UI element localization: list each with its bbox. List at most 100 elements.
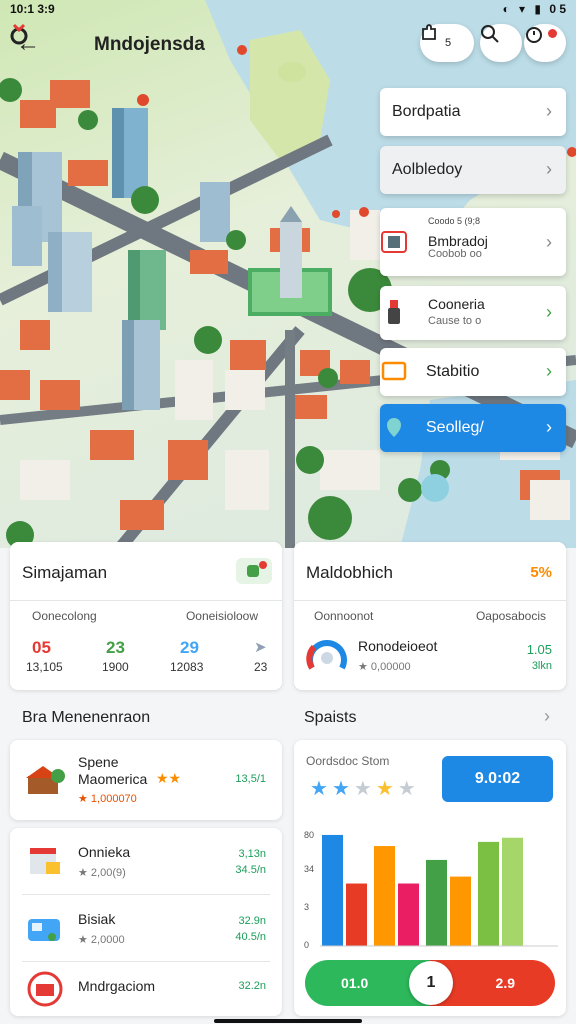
menu-item-subtext: Coobob oo <box>428 248 482 260</box>
y-tick-label: 34 <box>304 864 314 874</box>
star-icon: ★★ <box>156 770 182 786</box>
list-item-value: 32.9n <box>238 915 266 927</box>
puzzle-icon <box>422 24 436 40</box>
chart-bar[interactable] <box>426 859 447 946</box>
stat-sub: 13,105 <box>26 660 63 674</box>
menu-item-stabitio[interactable]: Stabitio › <box>380 348 566 396</box>
list-item-value-2: 34.5/n <box>235 864 266 876</box>
list-item-value: 32.2n <box>238 980 266 992</box>
card-title: Simajaman <box>22 563 108 582</box>
y-tick-label: 3 <box>304 902 309 912</box>
share-icon: ➤ <box>254 639 267 656</box>
column-label-right: Oaposabocis <box>475 609 546 623</box>
menu-item-cooneria[interactable]: Cooneria Cause to o › <box>380 286 566 340</box>
puzzle-button[interactable]: 5 <box>420 24 474 62</box>
search-button[interactable] <box>480 24 522 62</box>
star-icon[interactable]: ★ <box>332 778 354 800</box>
item-value-sub: 3lkn <box>531 660 552 672</box>
chevron-right-icon: › <box>546 302 552 322</box>
list-item-price: ★ 1,000070 <box>78 793 137 805</box>
chart-bar[interactable] <box>346 883 367 946</box>
item-name: Ronodeioeot <box>358 638 438 654</box>
star-icon[interactable]: ★ <box>310 778 332 800</box>
stat-sub: 23 <box>254 660 268 674</box>
list-group: Onnieka ★ 2,00(9) 3,13n 34.5/n Bisiak ★ … <box>10 828 282 1016</box>
gauge-icon <box>306 640 347 670</box>
column-label-left: Oonecolong <box>32 609 97 623</box>
star-icon[interactable]: ★ <box>398 778 420 800</box>
divider <box>294 600 566 601</box>
status-icons: ◐ ▾ ▮ <box>502 2 544 16</box>
chart-value-button[interactable]: 9.0:02 <box>442 756 553 802</box>
stat-sub: 1900 <box>102 660 129 674</box>
chevron-right-icon: › <box>546 417 552 437</box>
list-item[interactable]: Onnieka ★ 2,00(9) 3,13n 34.5/n <box>10 828 282 894</box>
chart-bar[interactable] <box>450 876 471 946</box>
item-price: ★ 0,00000 <box>358 661 411 673</box>
star-icon[interactable]: ★ <box>376 778 398 800</box>
item-value: 1.05 <box>526 642 552 657</box>
stat-value: 23 <box>106 638 125 657</box>
divider <box>10 600 282 601</box>
section-title-left: Bra Menenenraon <box>22 709 151 726</box>
list-item-name: Onnieka <box>78 844 131 860</box>
chart-bar[interactable] <box>322 834 343 946</box>
menu-item-aolbledoy[interactable]: Aolbledoy › <box>380 146 566 194</box>
card-action-button[interactable] <box>236 558 272 584</box>
list-item-value: 3,13n <box>238 848 266 860</box>
chevron-right-icon: › <box>546 232 552 252</box>
list-item[interactable]: Spene Maomerica ★★ ★ 1,000070 13,5/1 <box>10 740 282 820</box>
list-item-name: Spene <box>78 754 119 770</box>
chart-bar[interactable] <box>374 846 395 946</box>
chevron-right-icon[interactable]: › <box>544 706 550 727</box>
rating-label: Oordsdoc Stom <box>306 754 390 768</box>
shop-thumbnail-icon <box>30 848 60 874</box>
garage-thumbnail-icon <box>27 971 63 1007</box>
menu-item-bmbradoj[interactable]: Coodo 5 (9;8 Bmbradoj Coobob oo › <box>380 208 566 276</box>
summary-card-left[interactable]: Simajaman Oonecolong Ooneisioloow 05 13,… <box>10 542 282 690</box>
notification-icon <box>526 27 542 43</box>
house-thumbnail-icon <box>26 766 65 794</box>
status-bar: 10:1 3:9 ◐ ▾ ▮ 0 5 <box>0 0 576 18</box>
alert-dot <box>259 561 267 569</box>
chevron-right-icon: › <box>546 361 552 381</box>
city-map[interactable]: 10:1 3:9 ◐ ▾ ▮ 0 5 ← Mndojensda 5 Bordpa… <box>0 0 576 548</box>
menu-item-label: Bmbradoj <box>428 233 488 249</box>
menu-item-bordpatia[interactable]: Bordpatia › <box>380 88 566 136</box>
search-icon <box>481 25 499 43</box>
bar-chart: 80 34 3 0 <box>304 830 558 950</box>
column-label-left: Oonnoonot <box>314 609 374 623</box>
column-label-right: Ooneisioloow <box>185 609 258 623</box>
range-toggle[interactable]: 01.0 2.9 1 <box>305 960 555 1006</box>
stat-sub: 12083 <box>170 660 204 674</box>
app-header: ← Mndojensda <box>8 22 258 66</box>
chart-bar[interactable] <box>502 837 523 946</box>
menu-item-label: Seolleg/ <box>426 419 484 436</box>
list-item[interactable]: Bisiak ★ 2,0000 32.9n 40.5/n <box>10 895 282 961</box>
chart-bar[interactable] <box>398 883 419 946</box>
list-item-value-2: 40.5/n <box>235 931 266 943</box>
list-item-price: ★ 2,00(9) <box>78 867 126 879</box>
battery-level: 0 5 <box>549 2 566 16</box>
rating-stars[interactable]: ★★★★★ <box>310 776 420 801</box>
toggle-knob[interactable]: 1 <box>409 961 453 1005</box>
building-icon <box>381 231 407 253</box>
list-item[interactable]: Mndrgaciom 32.2n <box>10 962 282 1016</box>
notification-button[interactable] <box>524 24 566 62</box>
menu-item-seolleg[interactable]: Seolleg/ › <box>380 404 566 452</box>
menu-item-label: Bordpatia <box>392 103 461 120</box>
tool-icon <box>388 300 400 324</box>
star-icon[interactable]: ★ <box>354 778 376 800</box>
list-item-name: Bisiak <box>78 911 116 927</box>
chart-bar[interactable] <box>478 841 499 946</box>
notification-badge <box>548 29 557 38</box>
panel-icon <box>381 361 407 381</box>
leaf-icon <box>247 565 259 577</box>
section-title-right: Spaists <box>304 709 357 726</box>
menu-item-label: Stabitio <box>426 363 480 380</box>
toggle-right-label: 2.9 <box>495 975 515 991</box>
summary-card-right[interactable]: Maldobhich 5% Oonnoonot Oaposabocis Rono… <box>294 542 566 690</box>
chevron-right-icon: › <box>546 159 552 179</box>
list-item-price: ★ 2,0000 <box>78 934 125 946</box>
bus-thumbnail-icon <box>28 919 60 941</box>
